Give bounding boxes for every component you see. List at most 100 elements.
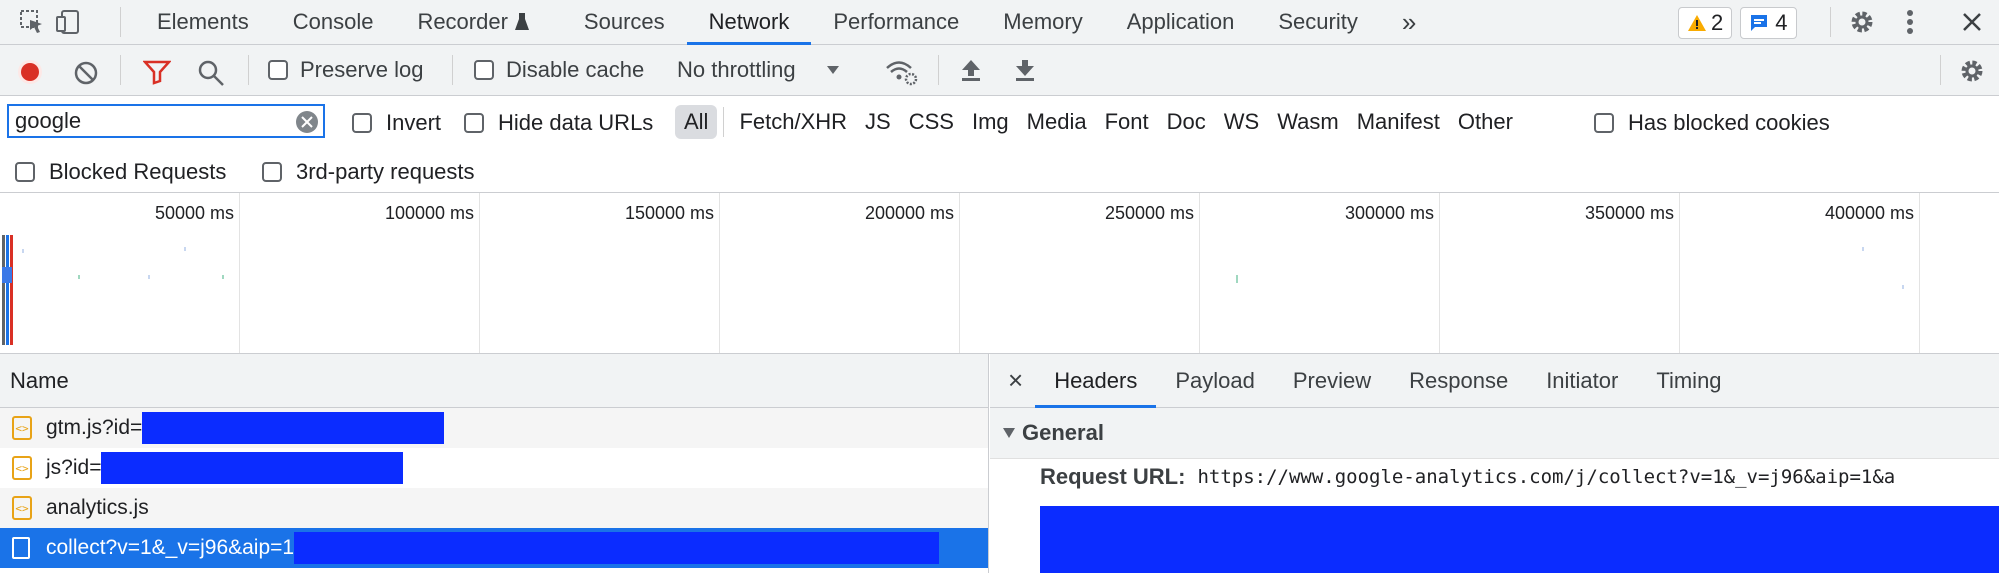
request-name: collect?v=1&_v=j96&aip=1 [46, 536, 295, 559]
close-details-icon[interactable]: × [990, 365, 1035, 396]
filter-type-manifest[interactable]: Manifest [1348, 105, 1449, 139]
request-row[interactable]: <> gtm.js?id= [0, 408, 988, 448]
filter-type-ws[interactable]: WS [1215, 105, 1268, 139]
timeline-bar [1862, 247, 1864, 251]
network-settings-gear-icon[interactable] [1958, 57, 1986, 91]
messages-badge[interactable]: 4 [1740, 7, 1797, 39]
tab-sources[interactable]: Sources [562, 0, 687, 44]
document-file-icon [12, 537, 30, 559]
tab-memory[interactable]: Memory [981, 0, 1104, 44]
third-party-requests-checkbox[interactable]: 3rd-party requests [262, 159, 475, 185]
filter-type-other[interactable]: Other [1449, 105, 1522, 139]
request-row[interactable]: <> js?id= [0, 448, 988, 488]
tab-label: Elements [157, 9, 249, 34]
tab-timing[interactable]: Timing [1637, 354, 1740, 407]
timeline-tick-label: 300000 ms [1344, 203, 1434, 223]
tab-preview[interactable]: Preview [1274, 354, 1390, 407]
filter-type-js[interactable]: JS [856, 105, 900, 139]
details-tab-label: Headers [1054, 367, 1138, 393]
checkbox-box[interactable] [268, 60, 288, 80]
invert-checkbox[interactable]: Invert [352, 110, 441, 136]
import-har-icon[interactable] [958, 57, 984, 89]
filter-type-media[interactable]: Media [1018, 105, 1096, 139]
timeline-tick-label: 250000 ms [1104, 203, 1194, 223]
request-url-value: https://www.google-analytics.com/j/colle… [1197, 466, 1896, 488]
checkbox-box[interactable] [15, 162, 35, 182]
close-devtools-icon[interactable] [1960, 10, 1984, 40]
divider [723, 107, 725, 137]
tab-label: Console [292, 9, 374, 34]
tab-recorder[interactable]: Recorder [395, 0, 551, 44]
resource-type-filters: All Fetch/XHR JS CSS Img Media Font Doc … [675, 105, 1522, 139]
filter-type-all[interactable]: All [675, 105, 718, 139]
network-conditions-icon[interactable] [884, 57, 918, 93]
filter-type-fetch-xhr[interactable]: Fetch/XHR [730, 105, 856, 139]
search-icon[interactable] [197, 59, 225, 93]
record-icon[interactable] [16, 58, 44, 92]
filter-type-wasm[interactable]: Wasm [1268, 105, 1348, 139]
divider [938, 55, 939, 85]
checkbox-box[interactable] [464, 113, 484, 133]
checkbox-box[interactable] [1594, 113, 1614, 133]
tab-payload[interactable]: Payload [1156, 354, 1274, 407]
request-row[interactable]: <> analytics.js [0, 488, 988, 528]
filter-type-img[interactable]: Img [963, 105, 1018, 139]
gridline [239, 193, 240, 353]
gridline [1439, 193, 1440, 353]
tab-security[interactable]: Security [1256, 0, 1379, 44]
clear-filter-icon[interactable] [295, 110, 319, 134]
tab-performance[interactable]: Performance [811, 0, 981, 44]
clear-icon[interactable] [73, 60, 99, 92]
network-overview-timeline[interactable]: 50000 ms 100000 ms 150000 ms 200000 ms 2… [0, 193, 1999, 354]
settings-gear-icon[interactable] [1848, 8, 1876, 42]
disable-cache-checkbox[interactable]: Disable cache [474, 57, 644, 83]
timeline-bar [22, 249, 24, 253]
checkbox-box[interactable] [352, 113, 372, 133]
filter-type-label: Font [1104, 109, 1149, 134]
export-har-icon[interactable] [1012, 57, 1038, 89]
script-file-icon: <> [12, 456, 32, 480]
gridline [1919, 193, 1920, 353]
request-row-selected[interactable]: collect?v=1&_v=j96&aip=1 [0, 528, 988, 568]
tab-network[interactable]: Network [686, 0, 812, 45]
redaction-block [101, 452, 404, 484]
tab-label: Recorder [417, 9, 508, 34]
device-toolbar-icon[interactable] [54, 8, 82, 42]
tab-response[interactable]: Response [1390, 354, 1527, 407]
filter-input[interactable]: google [7, 104, 325, 138]
more-options-icon[interactable] [1906, 8, 1914, 42]
blocked-requests-checkbox[interactable]: Blocked Requests [15, 159, 226, 185]
network-toolbar: Preserve log Disable cache No throttling [0, 45, 1999, 96]
filter-type-label: WS [1223, 109, 1260, 134]
disable-cache-label: Disable cache [506, 57, 645, 82]
filter-icon[interactable] [142, 59, 172, 91]
filter-type-doc[interactable]: Doc [1158, 105, 1215, 139]
checkbox-box[interactable] [262, 162, 282, 182]
timeline-marker [2, 235, 5, 345]
filter-type-font[interactable]: Font [1096, 105, 1158, 139]
message-icon [1749, 13, 1769, 33]
redaction-block [1040, 506, 1999, 573]
throttling-select[interactable]: No throttling [677, 57, 840, 83]
tab-headers[interactable]: Headers [1035, 354, 1157, 408]
filter-type-label: Fetch/XHR [739, 109, 848, 134]
warnings-badge[interactable]: 2 [1678, 7, 1733, 39]
tab-console[interactable]: Console [271, 0, 396, 44]
warnings-count: 2 [1711, 10, 1724, 35]
checkbox-box[interactable] [474, 60, 494, 80]
tab-application[interactable]: Application [1105, 0, 1257, 44]
hide-data-urls-checkbox[interactable]: Hide data URLs [464, 110, 653, 136]
more-tabs-button[interactable]: » [1380, 0, 1438, 44]
inspect-element-icon[interactable] [18, 8, 46, 42]
preserve-log-checkbox[interactable]: Preserve log [268, 57, 424, 83]
gridline [719, 193, 720, 353]
tab-elements[interactable]: Elements [135, 0, 271, 44]
filter-type-css[interactable]: CSS [900, 105, 963, 139]
tab-label: Sources [583, 9, 665, 34]
has-blocked-cookies-checkbox[interactable]: Has blocked cookies [1594, 110, 1830, 136]
tab-initiator[interactable]: Initiator [1527, 354, 1637, 407]
divider [120, 7, 121, 37]
request-url-label: Request URL: [1040, 464, 1186, 489]
general-section-header[interactable]: General [990, 408, 1999, 459]
name-column-header[interactable]: Name [0, 354, 988, 408]
